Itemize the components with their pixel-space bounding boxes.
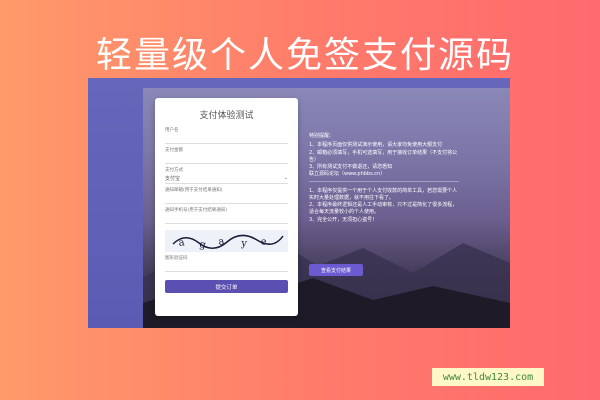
payment-form-card: 支付体验测试 用户名 支付金额 支付方式 支付宝 ⌄ 通知邮箱(用于支付结果通知…: [155, 98, 298, 316]
notice-line: 2、邮箱必须填写，手机可选填写，用于接收订单结果（不支付将公告）: [309, 149, 458, 163]
captcha-glyphs: a g a y e: [172, 234, 284, 251]
captcha-input[interactable]: [165, 261, 288, 272]
notice-line: 2、本程序最终逻辑还是人工手动审核，只不过是简化了很多流程，适合每天流量较小的个…: [309, 202, 458, 216]
notice-panel: 特别提醒： 1、本程序页面仅供测试演示使用，请大家勿免使用大额支付 2、邮箱必须…: [309, 133, 461, 224]
svg-text:a: a: [217, 236, 225, 248]
notice-header: 特别提醒：: [309, 133, 335, 139]
username-input[interactable]: [165, 133, 288, 144]
svg-text:a: a: [178, 237, 185, 249]
chevron-down-icon: ⌄: [283, 175, 288, 181]
payment-method-value: 支付宝: [165, 175, 181, 182]
submit-order-button[interactable]: 提交订单: [165, 280, 288, 293]
site-watermark: www.tldw123.com: [432, 368, 544, 386]
notice-line: 1、本程序页面仅供测试演示使用，请大家勿免使用大额支付: [309, 142, 443, 149]
form-title: 支付体验测试: [199, 111, 254, 121]
notice-line: 1、本程序仅提供一个用于个人支付收款的简单工具，若您需要个人实时大量处理数据，就…: [309, 187, 458, 201]
captcha-image[interactable]: a g a y e: [165, 230, 288, 252]
amount-input[interactable]: [165, 153, 288, 164]
email-field[interactable]: [165, 193, 288, 204]
banner-title: 轻量级个人免签支付源码: [96, 35, 515, 76]
view-result-button[interactable]: 查看支付结果: [309, 264, 363, 276]
notice-line: 3、完全公开，无须担心盗号！: [309, 216, 378, 223]
svg-text:e: e: [260, 236, 267, 248]
notice-divider: [309, 180, 459, 182]
svg-text:y: y: [240, 238, 248, 250]
phone-field[interactable]: [165, 213, 288, 224]
payment-method-select[interactable]: 支付宝 ⌄: [165, 173, 288, 184]
notice-line: 联立源码论坛（www.phbbs.cn）: [309, 171, 386, 178]
svg-text:g: g: [198, 239, 207, 251]
